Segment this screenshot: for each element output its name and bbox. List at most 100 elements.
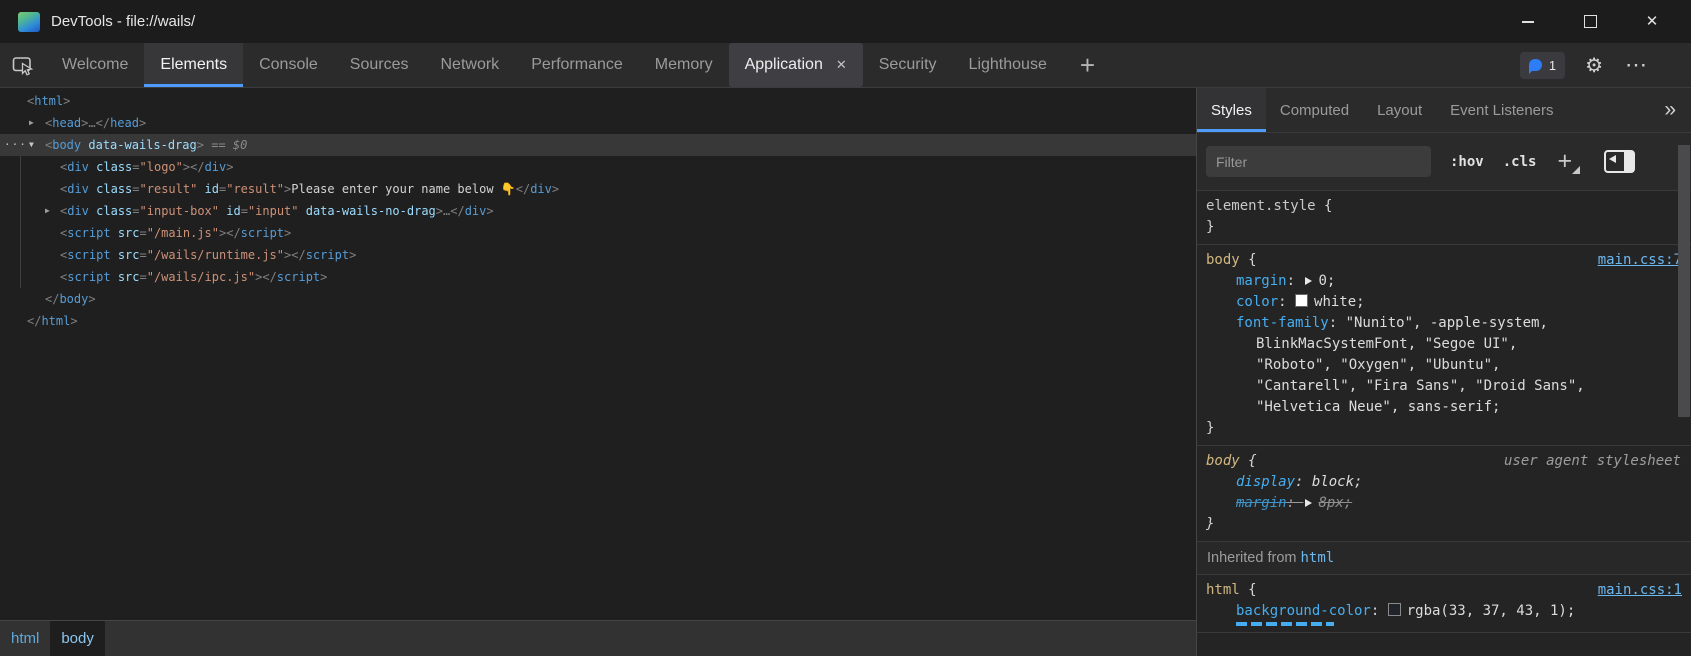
token-property-name-overridden: margin: [1236, 495, 1287, 511]
css-line[interactable]: BlinkMacSystemFont, "Segoe UI",: [1197, 334, 1691, 355]
issues-count: 1: [1549, 58, 1556, 73]
node-div-logo[interactable]: <div class="logo"></div>: [0, 156, 1196, 178]
css-line[interactable]: font-family: "Nunito", -apple-system,: [1197, 313, 1691, 334]
token-attribute-name: class: [89, 204, 132, 218]
sidebar-tab-layout[interactable]: Layout: [1363, 88, 1436, 132]
token-punctuation: :: [1278, 294, 1295, 310]
tab-performance[interactable]: Performance: [515, 43, 639, 87]
token-punctuation: >: [284, 226, 291, 240]
node-div-result[interactable]: <div class="result" id="result">Please e…: [0, 178, 1196, 200]
close-icon: ✕: [1646, 14, 1659, 29]
expand-arrow-icon[interactable]: ▶: [45, 200, 50, 222]
css-line[interactable]: margin: 0;: [1197, 271, 1691, 292]
css-line[interactable]: background-color: rgba(33, 37, 43, 1);: [1197, 601, 1691, 622]
css-line[interactable]: element.style {: [1197, 196, 1691, 217]
token-punctuation: >: [63, 94, 70, 108]
css-line[interactable]: html {main.css:1: [1197, 580, 1691, 601]
filter-input[interactable]: [1206, 146, 1431, 177]
element-classes-button[interactable]: .cls: [1503, 154, 1537, 170]
minimize-button[interactable]: [1497, 0, 1559, 43]
toggle-element-state-button[interactable]: :hov: [1450, 154, 1484, 170]
node-head[interactable]: ▶<head>…</head>: [0, 112, 1196, 134]
token-punctuation: >: [349, 248, 356, 262]
expand-arrow-icon[interactable]: ▶: [29, 112, 34, 134]
sidebar-tab-computed[interactable]: Computed: [1266, 88, 1363, 132]
node-body-close[interactable]: </body>: [0, 288, 1196, 310]
toggle-sidebar-icon[interactable]: [1604, 150, 1635, 173]
stylesheet-link[interactable]: main.css:7: [1598, 250, 1682, 271]
css-line[interactable]: }: [1197, 514, 1691, 535]
css-line[interactable]: body {main.css:7: [1197, 250, 1691, 271]
tab-lighthouse[interactable]: Lighthouse: [953, 43, 1063, 87]
token-property-value: rgba(33, 37, 43, 1);: [1407, 603, 1576, 619]
token-punctuation-overridden: :: [1287, 495, 1304, 511]
expand-arrow-icon[interactable]: [1305, 499, 1312, 507]
token-punctuation: </: [226, 226, 240, 240]
window-title: DevTools - file://wails/: [51, 13, 195, 30]
more-sidebar-tabs-button[interactable]: »: [1649, 88, 1691, 132]
tab-memory[interactable]: Memory: [639, 43, 729, 87]
tab-application[interactable]: Application✕: [729, 43, 863, 87]
node-script-ipc[interactable]: <script src="/wails/ipc.js"></script>: [0, 266, 1196, 288]
css-line[interactable]: display: block;: [1197, 472, 1691, 493]
css-line[interactable]: body {user agent stylesheet: [1197, 451, 1691, 472]
node-script-runtime[interactable]: <script src="/wails/runtime.js"></script…: [0, 244, 1196, 266]
token-attribute-name: src: [111, 226, 140, 240]
token-attribute-name: id: [219, 204, 241, 218]
token-punctuation: :: [1287, 273, 1304, 289]
sidebar-tab-event-listeners[interactable]: Event Listeners: [1436, 88, 1567, 132]
token-tag-name: html: [41, 314, 70, 328]
token-tag-name: script: [306, 248, 349, 262]
collapse-arrow-icon[interactable]: ▼: [29, 134, 34, 156]
node-actions-icon[interactable]: ···: [4, 134, 27, 156]
css-line[interactable]: "Helvetica Neue", sans-serif;: [1197, 397, 1691, 418]
issues-badge[interactable]: 1: [1520, 52, 1565, 79]
css-line[interactable]: }: [1197, 418, 1691, 439]
token-punctuation: {: [1240, 252, 1257, 268]
token-punctuation: >: [436, 204, 443, 218]
settings-button[interactable]: ⚙: [1581, 53, 1607, 78]
token-tag-name: body: [52, 138, 81, 152]
css-line[interactable]: "Roboto", "Oxygen", "Ubuntu",: [1197, 355, 1691, 376]
crumb-body[interactable]: body: [50, 621, 105, 656]
inherited-node-link[interactable]: html: [1301, 550, 1335, 566]
tab-network[interactable]: Network: [425, 43, 516, 87]
new-style-rule-button[interactable]: +: [1555, 149, 1579, 174]
css-line[interactable]: color: white;: [1197, 292, 1691, 313]
color-swatch-dark[interactable]: [1388, 603, 1401, 616]
inspect-element-button[interactable]: [0, 43, 46, 87]
node-html-close[interactable]: </html>: [0, 310, 1196, 332]
color-swatch-white[interactable]: [1295, 294, 1308, 307]
maximize-button[interactable]: [1559, 0, 1621, 43]
tab-sources[interactable]: Sources: [334, 43, 425, 87]
stylesheet-link[interactable]: main.css:1: [1598, 580, 1682, 601]
close-button[interactable]: ✕: [1621, 0, 1683, 43]
toolbar-right: 1 ⚙ ⋯: [1520, 43, 1691, 87]
css-line[interactable]: "Cantarell", "Fira Sans", "Droid Sans",: [1197, 376, 1691, 397]
css-line[interactable]: }: [1197, 217, 1691, 238]
close-tab-icon[interactable]: ✕: [836, 57, 847, 73]
node-script-main[interactable]: <script src="/main.js"></script>: [0, 222, 1196, 244]
node-html-open[interactable]: <html>: [0, 90, 1196, 112]
more-tabs-button[interactable]: +: [1063, 43, 1112, 87]
expand-arrow-icon[interactable]: [1305, 277, 1312, 285]
token-tag-name: div: [530, 182, 552, 196]
tab-security[interactable]: Security: [863, 43, 953, 87]
css-line[interactable]: margin: 8px;: [1197, 493, 1691, 514]
token-punctuation: >: [486, 204, 493, 218]
node-body-open[interactable]: ···▼<body data-wails-drag> == $0: [0, 134, 1196, 156]
selected-node-annotation: == $0: [204, 138, 247, 152]
tab-welcome[interactable]: Welcome: [46, 43, 144, 87]
sidebar-tab-styles[interactable]: Styles: [1197, 88, 1266, 132]
customize-devtools-button[interactable]: ⋯: [1623, 54, 1649, 76]
devtools-window: DevTools - file://wails/ ✕ WelcomeElemen…: [0, 0, 1691, 656]
node-div-input-box[interactable]: ▶<div class="input-box" id="input" data-…: [0, 200, 1196, 222]
styles-scrollbar[interactable]: [1677, 132, 1691, 656]
crumb-html[interactable]: html: [0, 621, 50, 656]
token-tag-name: script: [67, 270, 110, 284]
inspect-element-icon: [12, 55, 35, 76]
scrollbar-thumb[interactable]: [1678, 145, 1690, 417]
tab-elements[interactable]: Elements: [144, 43, 243, 87]
token-attribute-name: src: [111, 270, 140, 284]
tab-console[interactable]: Console: [243, 43, 334, 87]
